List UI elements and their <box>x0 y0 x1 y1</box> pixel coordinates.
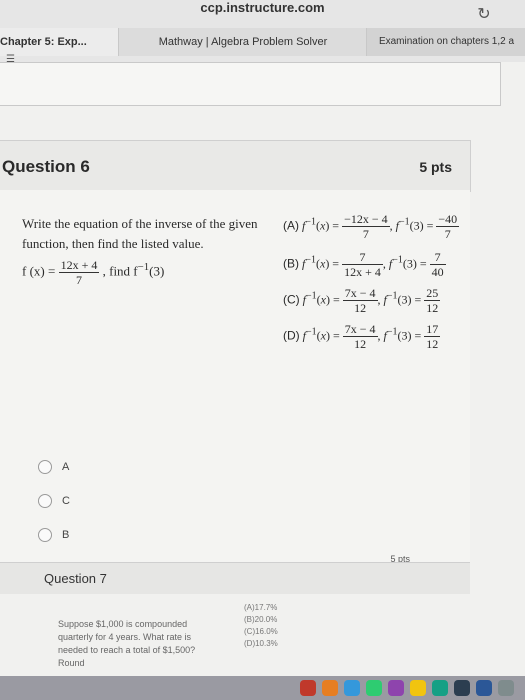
app-icon[interactable] <box>454 680 470 696</box>
url-bar[interactable]: ccp.instructure.com <box>0 0 525 15</box>
reload-icon[interactable]: ↻ <box>473 4 495 26</box>
function-fraction: 12x + 4 7 <box>58 258 100 287</box>
question-7-choice: (D)10.3% <box>244 639 278 648</box>
app-icon[interactable] <box>300 680 316 696</box>
radio-button[interactable] <box>38 528 52 542</box>
app-icon[interactable] <box>344 680 360 696</box>
function-tail: , find f <box>102 263 138 279</box>
previous-question-block <box>0 62 501 106</box>
choice-b: (B) f−1(x) = 7 12x + 4 , f−1(3) = 7 40 <box>283 250 446 279</box>
choice-d-function: 7x − 4 12 <box>342 322 378 351</box>
function-arg: (3) <box>149 263 165 279</box>
function-numerator: 12x + 4 <box>58 258 100 273</box>
choice-c-f-num: 7x − 4 <box>342 286 378 301</box>
app-icon[interactable] <box>498 680 514 696</box>
question-7-choice: (A)17.7% <box>244 603 278 612</box>
choice-b-v-den: 40 <box>431 265 444 279</box>
choice-b-function: 7 12x + 4 <box>342 250 383 279</box>
question-6-points: 5 pts <box>419 159 452 175</box>
answer-option-label: C <box>62 494 70 507</box>
radio-button[interactable] <box>38 494 52 508</box>
tab-examination[interactable]: Examination on chapters 1,2 a <box>366 28 525 56</box>
answer-option-c[interactable]: C <box>38 494 70 514</box>
choice-c-label: (C) <box>283 292 300 307</box>
tab-chapter-5[interactable]: Chapter 5: Exp... <box>0 28 118 56</box>
choice-d-label: (D) <box>283 328 300 343</box>
choice-c-function: 7x − 4 12 <box>342 286 378 315</box>
choice-a: (A) f−1(x) = −12x − 4 7 , f−1(3) = −40 7 <box>283 212 460 241</box>
choice-a-v-num: −40 <box>436 212 460 227</box>
choice-c-value: 25 12 <box>424 286 441 315</box>
tab-mathway[interactable]: Mathway | Algebra Problem Solver <box>118 28 367 56</box>
choice-d: (D) f−1(x) = 7x − 4 12 , f−1(3) = 17 12 <box>283 322 441 351</box>
function-denominator: 7 <box>75 273 82 287</box>
choice-b-v-num: 7 <box>429 250 446 265</box>
choice-c-v-den: 12 <box>426 301 439 315</box>
choice-a-v-den: 7 <box>444 227 451 241</box>
app-icon[interactable] <box>322 680 338 696</box>
answer-option-a[interactable]: A <box>38 460 69 480</box>
choice-d-v-den: 12 <box>426 337 439 351</box>
choice-a-label: (A) <box>283 218 299 233</box>
question-6-title: Question 6 <box>2 157 90 176</box>
radio-button[interactable] <box>38 460 52 474</box>
choice-d-f-den: 12 <box>354 337 367 351</box>
answer-option-label: B <box>62 528 70 541</box>
choice-a-f-den: 7 <box>362 227 369 241</box>
question-7-choice: (B)20.0% <box>244 615 278 624</box>
app-icon[interactable] <box>366 680 382 696</box>
question-7-title: Question 7 <box>44 571 107 586</box>
question-7-choices: (A)17.7% (B)20.0% (C)16.0% (D)10.3% <box>244 602 278 650</box>
app-icon[interactable] <box>410 680 426 696</box>
answer-option-b[interactable]: B <box>38 528 69 548</box>
choice-a-f-num: −12x − 4 <box>342 212 390 227</box>
choice-b-label: (B) <box>283 256 299 271</box>
question-6-prompt: Write the equation of the inverse of the… <box>22 216 258 251</box>
browser-toolbar: ccp.instructure.com ↻ Chapter 5: Exp... … <box>0 0 525 65</box>
question-7-choice: (C)16.0% <box>244 627 278 636</box>
choice-a-function: −12x − 4 7 <box>342 212 390 241</box>
choice-d-value: 17 12 <box>424 322 441 351</box>
given-function: f (x) = 12x + 4 7 , find f−1(3) <box>22 258 164 287</box>
word-icon[interactable] <box>476 680 492 696</box>
answer-option-label: A <box>62 460 70 473</box>
function-lhs: f (x) = <box>22 263 56 279</box>
choice-d-v-num: 17 <box>424 322 441 337</box>
app-icon[interactable] <box>388 680 404 696</box>
choice-c-f-den: 12 <box>354 301 367 315</box>
choice-b-f-den: 12x + 4 <box>344 265 381 279</box>
app-icon[interactable] <box>432 680 448 696</box>
choice-a-value: −40 7 <box>436 212 460 241</box>
question-7-prompt: Suppose $1,000 is compounded quarterly f… <box>58 619 196 668</box>
question-6-header: Question 6 5 pts <box>0 140 471 192</box>
choice-d-f-num: 7x − 4 <box>342 322 378 337</box>
choice-b-value: 7 40 <box>429 250 446 279</box>
choice-b-f-num: 7 <box>342 250 383 265</box>
choice-c-v-num: 25 <box>424 286 441 301</box>
choice-c: (C) f−1(x) = 7x − 4 12 , f−1(3) = 25 12 <box>283 286 441 315</box>
question-7-header: Question 7 <box>0 562 470 596</box>
quiz-page: Question 6 5 pts Write the equation of t… <box>0 62 525 700</box>
function-sup: −1 <box>137 261 150 274</box>
